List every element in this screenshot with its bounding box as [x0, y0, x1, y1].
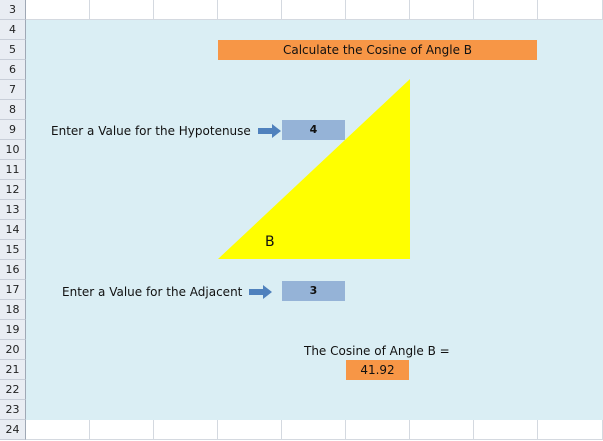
right-arrow-icon — [249, 285, 272, 299]
right-triangle — [218, 79, 410, 259]
result-value-cell[interactable]: 41.92 — [346, 360, 409, 380]
angle-b-label: B — [265, 234, 275, 250]
right-arrow-icon — [258, 124, 281, 138]
adjacent-label: Enter a Value for the Adjacent — [62, 285, 243, 299]
adjacent-input-cell[interactable]: 3 — [282, 281, 345, 301]
hypotenuse-input-cell[interactable]: 4 — [282, 120, 345, 140]
triangle-shape — [218, 79, 410, 259]
spreadsheet-grid: 3 4 5 6 7 8 9 10 11 12 13 14 15 16 17 18 19 20 21 22 23 24 Ca… — [0, 0, 603, 441]
result-label: The Cosine of Angle B = — [304, 344, 450, 358]
hypotenuse-label: Enter a Value for the Hypotenuse — [51, 124, 251, 138]
